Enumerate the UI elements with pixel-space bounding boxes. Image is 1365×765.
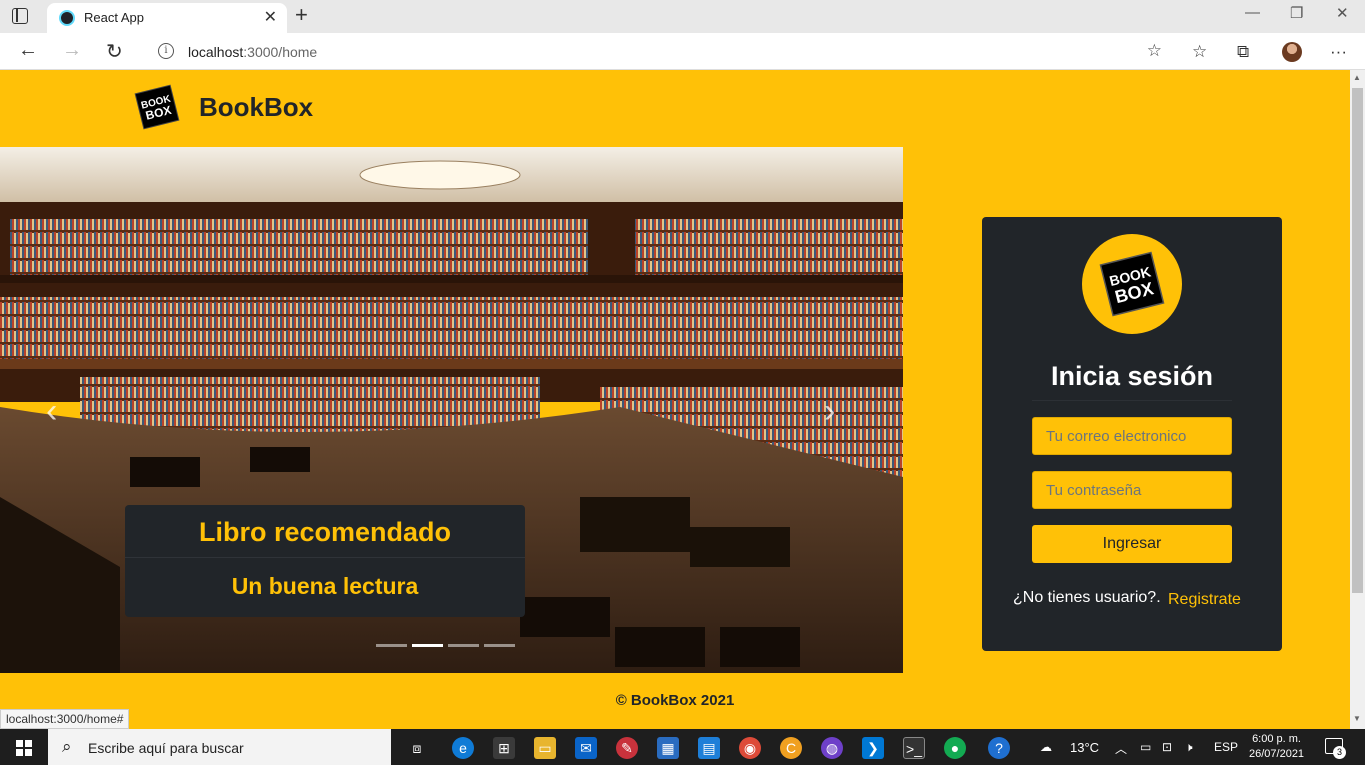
chrome-icon[interactable]: ◉: [739, 737, 761, 759]
volume-icon[interactable]: 🕨: [1185, 740, 1193, 755]
forward-icon[interactable]: →: [62, 39, 82, 62]
help-icon[interactable]: ?: [988, 737, 1010, 759]
calendar-icon[interactable]: ▤: [698, 737, 720, 759]
favorites-icon[interactable]: ☆: [1192, 42, 1207, 62]
add-favorite-icon[interactable]: ☆: [1147, 41, 1162, 61]
network-icon[interactable]: ⊡: [1162, 740, 1172, 754]
new-tab-icon[interactable]: +: [295, 2, 308, 28]
tab-title: React App: [84, 10, 144, 25]
taskbar-search[interactable]: ⌕ Escribe aquí para buscar: [48, 729, 391, 765]
carousel-indicator[interactable]: [484, 644, 515, 647]
signup-question: ¿No tienes usuario?.: [1013, 589, 1161, 606]
login-card: BOOK BOX Inicia sesión Ingresar ¿No tien…: [982, 217, 1282, 651]
scroll-thumb[interactable]: [1352, 88, 1363, 593]
page: BOOK BOX BookBox ‹ › Libro recomendado U…: [0, 70, 1350, 729]
language-indicator[interactable]: ESP: [1214, 740, 1238, 754]
minimize-icon[interactable]: —: [1245, 4, 1260, 21]
battery-icon[interactable]: ▭: [1140, 740, 1151, 754]
address-bar: ← → ↻ i localhost:3000/home ☆ ☆ ⧉ ···: [0, 33, 1365, 70]
restore-icon[interactable]: ❐: [1290, 4, 1303, 22]
paint-icon[interactable]: ✎: [616, 737, 638, 759]
profile-avatar[interactable]: [1282, 42, 1302, 62]
mail-icon[interactable]: ✉: [575, 737, 597, 759]
clock-time: 6:00 p. m.: [1252, 733, 1301, 745]
calculator-icon[interactable]: ▦: [657, 737, 679, 759]
bookbox-logo-icon: BOOK BOX: [134, 84, 180, 130]
footer-text: © BookBox 2021: [615, 692, 735, 709]
github-icon[interactable]: ◍: [821, 737, 843, 759]
url-text: localhost:3000/home: [188, 44, 318, 60]
browser-tab[interactable]: React App ✕: [47, 3, 287, 33]
caption-text: Un buena lectura: [231, 573, 419, 599]
login-title-box: Inicia sesión: [1032, 351, 1232, 401]
carousel-indicator[interactable]: [376, 644, 407, 647]
tray-chevron-icon[interactable]: ︿: [1115, 740, 1127, 757]
browser-tab-bar: React App ✕ + — ❐ ✕: [0, 0, 1365, 33]
password-input[interactable]: [1032, 471, 1232, 509]
react-favicon-icon: [59, 10, 75, 26]
windows-start-icon[interactable]: [16, 740, 32, 756]
carousel-indicator[interactable]: [448, 644, 479, 647]
task-view-icon[interactable]: ⧈: [406, 737, 428, 759]
tab-close-icon[interactable]: ✕: [264, 7, 277, 27]
tab-actions-icon[interactable]: [12, 8, 28, 24]
signup-link[interactable]: Registrate: [1168, 591, 1241, 609]
collections-icon[interactable]: ⧉: [1237, 42, 1249, 62]
bookbox-logo-icon: BOOK BOX: [1099, 251, 1165, 317]
login-button[interactable]: Ingresar: [1032, 525, 1232, 563]
login-logo: BOOK BOX: [1082, 234, 1182, 334]
status-url: localhost:3000/home#: [0, 709, 130, 729]
c-app-icon[interactable]: C: [780, 737, 802, 759]
carousel-indicator[interactable]: [412, 644, 443, 647]
caption-divider: [125, 557, 525, 558]
carousel-next-icon[interactable]: ›: [824, 392, 835, 431]
caption-title: Libro recomendado: [198, 517, 452, 547]
carousel-indicators: [376, 644, 515, 647]
clock[interactable]: 6:00 p. m. 26/07/2021: [1249, 732, 1304, 762]
close-window-icon[interactable]: ✕: [1336, 4, 1349, 22]
mongodb-icon[interactable]: ●: [944, 737, 966, 759]
scroll-up-icon[interactable]: ▲: [1353, 73, 1361, 82]
clock-date: 26/07/2021: [1249, 748, 1305, 760]
weather-temp[interactable]: 13°C: [1070, 740, 1099, 755]
site-info-icon[interactable]: i: [158, 43, 174, 59]
carousel: ‹ › Libro recomendado Un buena lectura: [0, 147, 903, 673]
scroll-down-icon[interactable]: ▼: [1353, 714, 1361, 723]
file-explorer-icon[interactable]: ▭: [534, 737, 556, 759]
navbar-brand[interactable]: BOOK BOX BookBox: [133, 83, 313, 131]
refresh-icon[interactable]: ↻: [106, 39, 123, 64]
search-icon: ⌕: [62, 737, 72, 756]
taskbar: ⌕ Escribe aquí para buscar ⧈ e ⊞ ▭ ✉ ✎ ▦…: [0, 729, 1365, 765]
vscode-icon[interactable]: ❯: [862, 737, 884, 759]
carousel-caption: Libro recomendado Un buena lectura: [125, 505, 525, 617]
more-menu-icon[interactable]: ···: [1330, 42, 1347, 62]
taskbar-search-placeholder: Escribe aquí para buscar: [88, 740, 244, 756]
back-icon[interactable]: ←: [18, 39, 38, 62]
terminal-icon[interactable]: >_: [903, 737, 925, 759]
weather-icon[interactable]: ☁: [1040, 740, 1052, 754]
edge-icon[interactable]: e: [452, 737, 474, 759]
page-scrollbar[interactable]: ▲ ▼: [1350, 70, 1365, 729]
store-icon[interactable]: ⊞: [493, 737, 515, 759]
notification-badge: 3: [1333, 746, 1346, 759]
login-title: Inicia sesión: [1050, 361, 1214, 391]
brand-name: BookBox: [199, 91, 314, 122]
url-input[interactable]: i localhost:3000/home ☆: [144, 36, 1178, 67]
email-input[interactable]: [1032, 417, 1232, 455]
carousel-prev-icon[interactable]: ‹: [46, 392, 57, 431]
